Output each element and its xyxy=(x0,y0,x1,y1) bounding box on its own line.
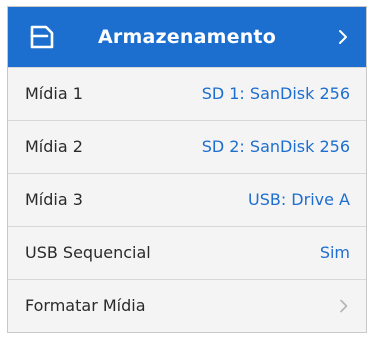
media-3-row[interactable]: Mídia 3 USB: Drive A xyxy=(8,173,366,226)
media-3-label: Mídia 3 xyxy=(25,190,83,209)
chevron-right-icon xyxy=(340,299,348,313)
storage-title: Armazenamento xyxy=(98,26,276,48)
storage-header[interactable]: Armazenamento xyxy=(8,7,366,67)
media-1-label: Mídia 1 xyxy=(25,84,83,103)
media-1-row[interactable]: Mídia 1 SD 1: SanDisk 256 xyxy=(8,67,366,120)
format-media-label: Formatar Mídia xyxy=(25,296,146,315)
media-3-value: USB: Drive A xyxy=(247,190,350,209)
format-media-row[interactable]: Formatar Mídia xyxy=(8,279,366,332)
usb-sequential-value: Sim xyxy=(319,243,350,262)
storage-menu-panel: Armazenamento Mídia 1 SD 1: SanDisk 256 … xyxy=(7,6,367,333)
usb-sequential-row[interactable]: USB Sequencial Sim xyxy=(8,226,366,279)
media-2-row[interactable]: Mídia 2 SD 2: SanDisk 256 xyxy=(8,120,366,173)
media-1-value: SD 1: SanDisk 256 xyxy=(201,84,350,103)
media-2-value: SD 2: SanDisk 256 xyxy=(201,137,350,156)
media-2-label: Mídia 2 xyxy=(25,137,83,156)
usb-sequential-label: USB Sequencial xyxy=(25,243,151,262)
chevron-right-icon xyxy=(339,30,347,44)
